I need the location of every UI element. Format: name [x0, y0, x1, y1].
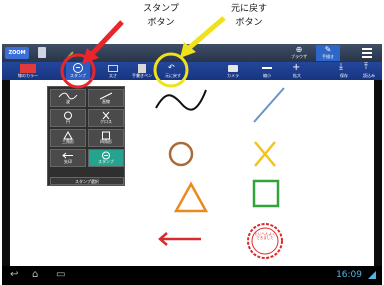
screenshot-stage: スタンプ ボタン 元に戻す ボタン ZOOM ⊕ ブラウザ ✎ 手描き 線のカラ…: [0, 0, 384, 285]
yellow-callout-circle: [153, 52, 189, 88]
callout-overlay: [60, 16, 226, 89]
yellow-callout-arrow: [180, 16, 226, 58]
red-callout-circle: [60, 53, 96, 89]
